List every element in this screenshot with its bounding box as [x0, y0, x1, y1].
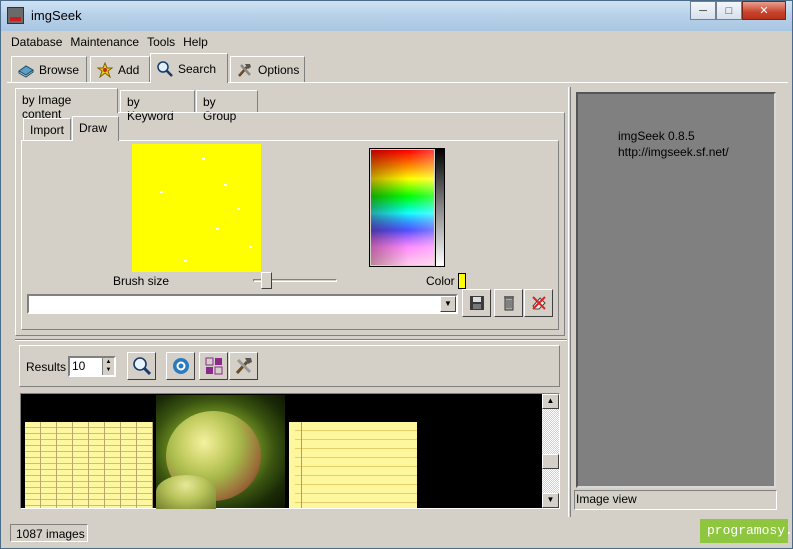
scroll-thumb[interactable] — [542, 454, 559, 469]
minimize-icon: ─ — [699, 4, 707, 17]
refresh-icon — [172, 358, 189, 374]
apple-shape — [156, 475, 216, 509]
brush-size-label: Brush size — [113, 274, 170, 288]
magnifier-icon — [157, 60, 173, 77]
close-button[interactable]: ✕ — [742, 1, 786, 20]
maximize-button[interactable]: □ — [716, 1, 742, 20]
scroll-down-button[interactable]: ▼ — [542, 493, 559, 508]
canvas-speck — [237, 208, 240, 210]
brush-size-slider[interactable] — [261, 272, 272, 289]
results-count-spinner[interactable]: 10 ▲ ▼ — [68, 356, 116, 377]
tab-search-label: Search — [178, 61, 217, 76]
image-view-panel[interactable]: imgSeek 0.8.5 http://imgseek.sf.net/ — [576, 92, 776, 488]
sketch-combo[interactable]: ▼ — [27, 294, 458, 314]
clear-sketch-button[interactable] — [524, 289, 553, 317]
sketch-canvas[interactable] — [132, 144, 261, 272]
selected-color-swatch — [458, 273, 466, 289]
tab-add[interactable]: Add — [90, 56, 150, 82]
results-count-value: 10 — [72, 359, 86, 373]
color-palette[interactable] — [369, 148, 436, 267]
tab-draw-label: Draw — [79, 121, 108, 135]
canvas-speck — [224, 184, 227, 186]
delete-sketch-button[interactable] — [494, 289, 523, 317]
minimize-button[interactable]: ─ — [690, 1, 716, 20]
chevron-down-icon: ▼ — [444, 299, 452, 308]
vertical-splitter[interactable] — [568, 87, 571, 517]
thumbnail-scrollbar[interactable]: ▲ ▼ — [542, 394, 559, 508]
lightness-bar[interactable] — [435, 148, 445, 267]
tab-search[interactable]: Search — [150, 53, 228, 83]
app-icon — [7, 7, 24, 24]
watermark-badge: programosy.pl — [700, 519, 793, 543]
tab-browse[interactable]: Browse — [11, 56, 87, 82]
query-button[interactable] — [127, 352, 156, 380]
tab-by-image-content[interactable]: by Image content — [15, 88, 118, 121]
menu-tools[interactable]: Tools — [143, 35, 179, 49]
image-view-caption: Image view — [576, 492, 637, 506]
canvas-speck — [184, 260, 187, 262]
tab-browse-label: Browse — [39, 62, 80, 77]
tab-by-group[interactable]: by Group — [196, 90, 258, 123]
status-image-count: 1087 images — [10, 524, 88, 542]
color-label: Color — [426, 274, 455, 288]
thumbnail-ledger[interactable] — [25, 422, 153, 508]
tab-draw[interactable]: Draw — [72, 116, 119, 141]
save-sketch-button[interactable] — [462, 289, 491, 317]
horizontal-splitter[interactable] — [15, 339, 567, 341]
main-window: imgSeek ─ □ ✕ Database Maintenance Tools… — [0, 0, 793, 549]
window-title: imgSeek — [31, 8, 82, 23]
hue-gradient — [371, 150, 434, 265]
book-icon — [18, 64, 34, 78]
canvas-speck — [202, 158, 205, 160]
title-bar[interactable]: imgSeek ─ □ ✕ — [1, 1, 792, 31]
canvas-speck — [216, 228, 219, 230]
tab-import[interactable]: Import — [23, 118, 71, 140]
scroll-up-icon: ▲ — [546, 396, 555, 405]
menu-database[interactable]: Database — [7, 35, 66, 49]
close-icon: ✕ — [759, 5, 769, 17]
grid-icon — [205, 357, 222, 375]
tools-button[interactable] — [229, 352, 258, 380]
spin-down-icon: ▼ — [105, 367, 112, 373]
trash-can-icon — [503, 296, 514, 311]
menu-help[interactable]: Help — [179, 35, 212, 49]
canvas-speck — [249, 246, 252, 248]
scroll-up-button[interactable]: ▲ — [542, 394, 559, 409]
combo-dropdown-button[interactable]: ▼ — [440, 296, 456, 312]
app-version-text: imgSeek 0.8.5 — [618, 129, 695, 143]
eraser-icon — [531, 296, 546, 310]
floppy-disk-icon — [469, 296, 484, 310]
spin-up-icon: ▲ — [105, 359, 112, 365]
tab-add-label: Add — [118, 62, 140, 77]
tab-import-label: Import — [30, 123, 65, 137]
add-star-icon — [96, 61, 114, 78]
main-tab-bar: Browse Add Search Options — [7, 53, 788, 83]
magnifier-icon — [132, 357, 151, 376]
canvas-speck — [160, 191, 163, 193]
results-thumbnail-list: ▲ ▼ — [20, 393, 560, 509]
menu-bar: Database Maintenance Tools Help — [7, 32, 788, 52]
refresh-button[interactable] — [166, 352, 195, 380]
tools-icon — [238, 63, 251, 77]
tab-by-keyword[interactable]: by Keyword — [120, 90, 195, 123]
tab-options-label: Options — [258, 62, 300, 77]
grid-view-button[interactable] — [199, 352, 228, 380]
scroll-down-icon: ▼ — [546, 495, 555, 504]
app-url-text: http://imgseek.sf.net/ — [618, 145, 729, 159]
tools-icon — [235, 358, 252, 375]
menu-maintenance[interactable]: Maintenance — [66, 35, 143, 49]
maximize-icon: □ — [725, 4, 733, 17]
status-bar: 1087 images — [7, 522, 788, 544]
thumbnail-apples[interactable] — [156, 395, 285, 509]
results-label: Results — [26, 360, 67, 374]
tab-options[interactable]: Options — [230, 56, 305, 82]
thumbnail-notepad[interactable] — [289, 422, 417, 508]
spinner-arrows[interactable]: ▲ ▼ — [102, 358, 114, 375]
